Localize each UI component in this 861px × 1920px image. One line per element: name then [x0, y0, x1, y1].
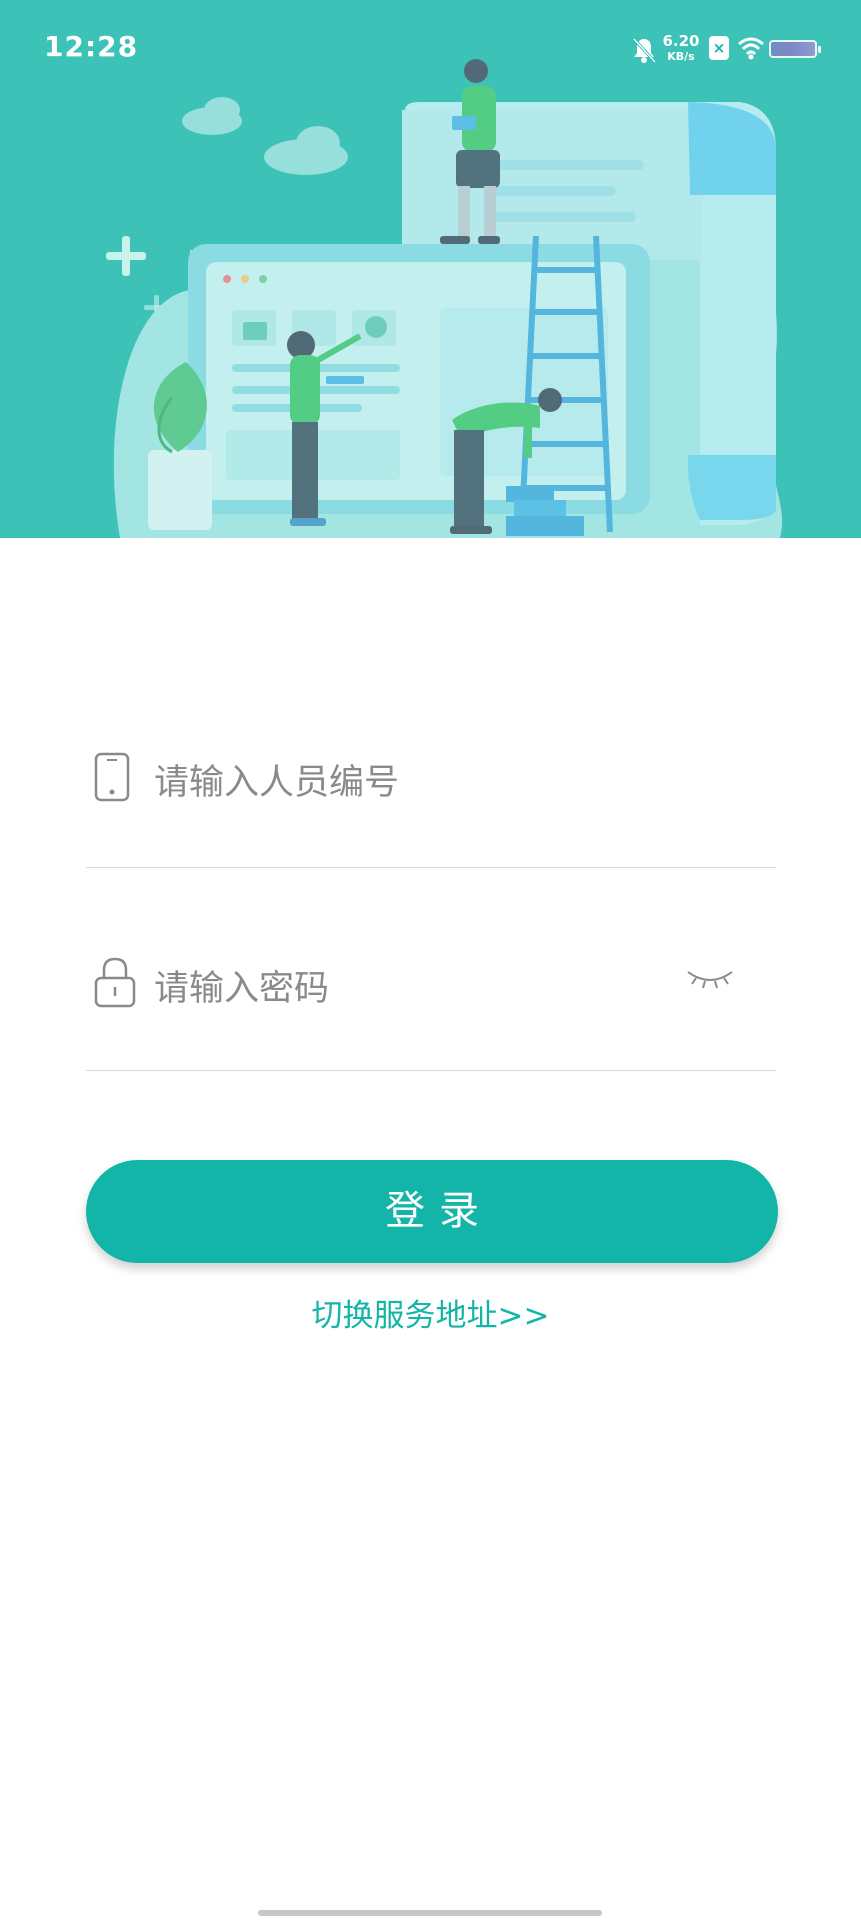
network-speed: 6.20 KB/s	[661, 34, 701, 64]
status-bar: 12:28 6.20 KB/s ×	[0, 0, 861, 100]
status-time: 12:28	[44, 30, 139, 63]
password-field[interactable]: 请输入密码	[86, 950, 776, 1071]
phone-icon	[94, 752, 130, 802]
lock-icon	[94, 957, 136, 1008]
home-indicator[interactable]	[258, 1910, 602, 1916]
switch-server-link[interactable]: 切换服务地址>>	[0, 1290, 861, 1335]
sim-disabled-icon: ×	[709, 36, 729, 60]
password-input[interactable]: 请输入密码	[154, 960, 329, 1011]
eye-closed-icon[interactable]	[686, 968, 734, 990]
user-id-field[interactable]: 请输入人员编号	[86, 746, 776, 868]
bell-muted-icon	[632, 37, 657, 64]
network-speed-unit: KB/s	[667, 50, 695, 63]
login-button[interactable]: 登录	[86, 1160, 778, 1263]
network-speed-value: 6.20	[662, 32, 700, 50]
battery-icon	[769, 40, 821, 58]
user-id-input[interactable]: 请输入人员编号	[154, 754, 399, 805]
wifi-icon	[738, 37, 764, 60]
